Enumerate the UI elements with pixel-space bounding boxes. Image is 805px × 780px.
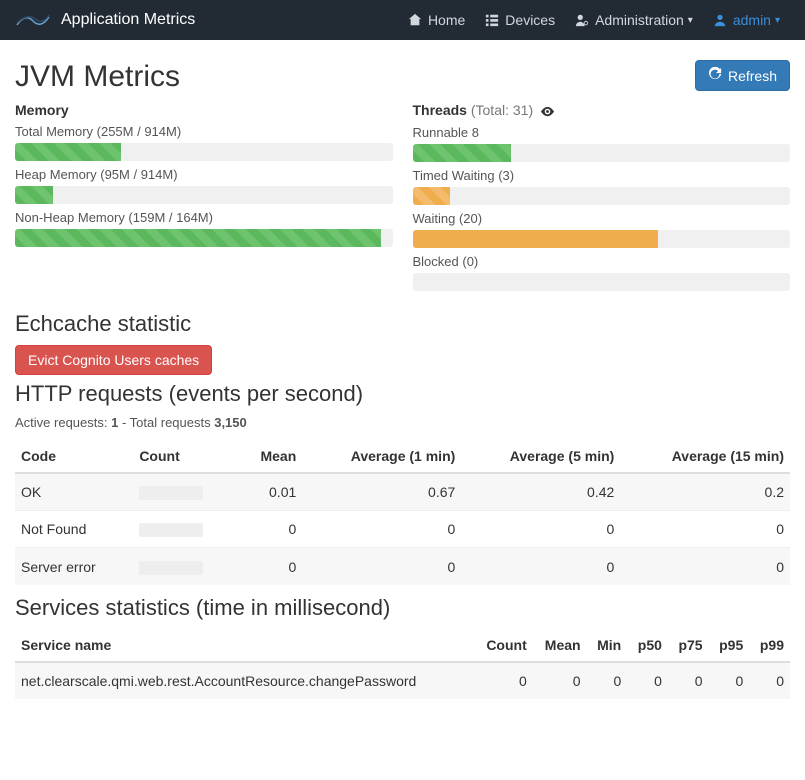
svc-count: 0 <box>474 662 533 699</box>
threads-waiting-bar <box>413 230 658 248</box>
threads-runnable-bar <box>413 144 511 162</box>
http-avg15: 0 <box>620 511 790 548</box>
caret-down-icon: ▾ <box>688 15 693 26</box>
svc-th-min: Min <box>587 629 628 662</box>
http-avg5: 0 <box>461 511 620 548</box>
list-icon <box>485 13 499 27</box>
threads-timed-label: Timed Waiting (3) <box>413 168 791 183</box>
nav-user[interactable]: admin ▾ <box>703 12 790 28</box>
memory-heap-progress <box>15 186 393 204</box>
http-code: Server error <box>15 548 133 585</box>
http-avg5: 0 <box>461 548 620 585</box>
threads-blocked-progress <box>413 273 791 291</box>
http-th-mean: Mean <box>237 440 302 473</box>
http-mean: 0.01 <box>237 473 302 511</box>
nav-administration[interactable]: Administration ▾ <box>565 12 703 28</box>
home-icon <box>408 13 422 27</box>
memory-column: Memory Total Memory (255M / 914M) Heap M… <box>15 102 393 291</box>
http-subtext: Active requests: 1 - Total requests 3,15… <box>15 415 790 430</box>
svc-th-p99: p99 <box>749 629 790 662</box>
brand-title: Application Metrics <box>61 11 195 29</box>
threads-timed-progress <box>413 187 791 205</box>
svc-p99: 0 <box>749 662 790 699</box>
nav-devices-label: Devices <box>505 12 555 28</box>
nav-admin-label: Administration <box>595 12 684 28</box>
http-th-count: Count <box>133 440 237 473</box>
brand-logo <box>15 11 51 29</box>
eye-icon[interactable] <box>540 104 555 119</box>
page-title: JVM Metrics <box>15 60 180 94</box>
caret-down-icon: ▾ <box>775 15 780 26</box>
threads-runnable-label: Runnable 8 <box>413 125 791 140</box>
threads-blocked-label: Blocked (0) <box>413 254 791 269</box>
threads-waiting-progress <box>413 230 791 248</box>
nav-user-label: admin <box>733 12 771 28</box>
svc-p95: 0 <box>709 662 750 699</box>
svc-name: net.clearscale.qmi.web.rest.AccountResou… <box>15 662 474 699</box>
http-avg1: 0.67 <box>302 473 461 511</box>
http-th-avg1: Average (1 min) <box>302 440 461 473</box>
http-avg1: 0 <box>302 511 461 548</box>
http-code: OK <box>15 473 133 511</box>
svc-th-count: Count <box>474 629 533 662</box>
http-avg15: 0.2 <box>620 473 790 511</box>
svc-th-p50: p50 <box>627 629 668 662</box>
http-avg15: 0 <box>620 548 790 585</box>
nav-devices[interactable]: Devices <box>475 12 565 28</box>
user-icon <box>713 13 727 27</box>
ehcache-heading: Echcache statistic <box>15 311 790 337</box>
memory-total-bar <box>15 143 121 161</box>
evict-cache-button[interactable]: Evict Cognito Users caches <box>15 345 212 375</box>
refresh-label: Refresh <box>728 68 777 84</box>
http-row: Not Found0000 <box>15 511 790 548</box>
http-avg5: 0.42 <box>461 473 620 511</box>
nav-home-label: Home <box>428 12 465 28</box>
threads-runnable-progress <box>413 144 791 162</box>
http-th-avg15: Average (15 min) <box>620 440 790 473</box>
http-count <box>133 548 237 585</box>
memory-total-label: Total Memory (255M / 914M) <box>15 124 393 139</box>
svc-p50: 0 <box>627 662 668 699</box>
http-mean: 0 <box>237 511 302 548</box>
http-mean: 0 <box>237 548 302 585</box>
user-cog-icon <box>575 13 589 27</box>
threads-waiting-label: Waiting (20) <box>413 211 791 226</box>
services-heading: Services statistics (time in millisecond… <box>15 595 790 621</box>
threads-timed-bar <box>413 187 451 205</box>
svc-min: 0 <box>587 662 628 699</box>
svc-p75: 0 <box>668 662 709 699</box>
svc-mean: 0 <box>533 662 587 699</box>
http-count <box>133 473 237 511</box>
svc-th-mean: Mean <box>533 629 587 662</box>
svc-th-name: Service name <box>15 629 474 662</box>
memory-heap-label: Heap Memory (95M / 914M) <box>15 167 393 182</box>
http-table: Code Count Mean Average (1 min) Average … <box>15 440 790 585</box>
memory-nonheap-progress <box>15 229 393 247</box>
memory-heap-bar <box>15 186 53 204</box>
http-row: OK 0.010.670.420.2 <box>15 473 790 511</box>
http-heading: HTTP requests (events per second) <box>15 381 790 407</box>
svc-th-p75: p75 <box>668 629 709 662</box>
memory-nonheap-bar <box>15 229 381 247</box>
http-th-avg5: Average (5 min) <box>461 440 620 473</box>
http-row: Server error0000 <box>15 548 790 585</box>
refresh-button[interactable]: Refresh <box>695 60 790 91</box>
refresh-icon <box>708 67 722 84</box>
http-code: Not Found <box>15 511 133 548</box>
threads-heading: Threads (Total: 31) <box>413 102 791 119</box>
svc-th-p95: p95 <box>709 629 750 662</box>
memory-nonheap-label: Non-Heap Memory (159M / 164M) <box>15 210 393 225</box>
http-avg1: 0 <box>302 548 461 585</box>
http-th-code: Code <box>15 440 133 473</box>
service-row: net.clearscale.qmi.web.rest.AccountResou… <box>15 662 790 699</box>
services-table: Service name Count Mean Min p50 p75 p95 … <box>15 629 790 699</box>
memory-total-progress <box>15 143 393 161</box>
threads-column: Threads (Total: 31) Runnable 8 Timed Wai… <box>413 102 791 291</box>
http-count <box>133 511 237 548</box>
navbar: Application Metrics Home Devices Adminis… <box>0 0 805 40</box>
nav-home[interactable]: Home <box>398 12 475 28</box>
memory-heading: Memory <box>15 102 393 118</box>
